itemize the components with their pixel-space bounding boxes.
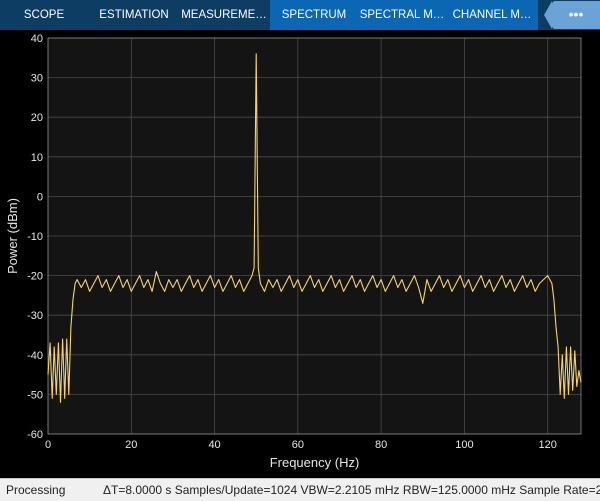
tab-scope[interactable]: SCOPE xyxy=(0,0,88,30)
y-axis-label: Power (dBm) xyxy=(5,198,20,274)
plot-area[interactable]: 0 20 40 60 80 100 120 -60 -50 -40 -30 -20 -10 0 10 20 30… xyxy=(0,30,600,478)
y-tick-label: -60 xyxy=(27,429,43,441)
tab-label: SPECTRAL M… xyxy=(359,9,445,21)
status-state: Processing xyxy=(6,483,66,497)
tab-label: CHANNEL M… xyxy=(452,9,532,21)
tab-label: MEASUREME… xyxy=(181,9,267,21)
x-tick-label: 0 xyxy=(45,439,51,451)
tab-channel-measurements[interactable]: CHANNEL M… xyxy=(446,0,538,30)
y-tick-label: 20 xyxy=(31,112,43,124)
tab-label: SCOPE xyxy=(23,9,65,21)
y-tick-label: -10 xyxy=(27,231,43,243)
tab-spectral-measurements[interactable]: SPECTRAL M… xyxy=(358,0,446,30)
spectrum-chart[interactable]: 0 20 40 60 80 100 120 -60 -50 -40 -30 -20 -10 0 10 20 30… xyxy=(0,30,600,478)
y-tick-label: 40 xyxy=(31,33,43,45)
status-details: ΔT=8.0000 s Samples/Update=1024 VBW=2.21… xyxy=(103,483,600,497)
status-bar: Processing ΔT=8.0000 s Samples/Update=10… xyxy=(0,478,600,501)
y-tick-label: -30 xyxy=(27,310,43,322)
tab-measurements[interactable]: MEASUREME… xyxy=(180,0,268,30)
more-icon: ••• xyxy=(568,6,584,22)
tab-estimation[interactable]: ESTIMATION xyxy=(92,0,176,30)
more-options-button[interactable]: ••• xyxy=(544,1,600,29)
y-tick-label: 30 xyxy=(31,73,43,85)
x-tick-label: 40 xyxy=(208,439,220,451)
y-tick-label: 0 xyxy=(37,191,43,203)
y-tick-label: -20 xyxy=(27,271,43,283)
x-tick-label: 80 xyxy=(375,439,387,451)
toolstrip: SCOPE ESTIMATION MEASUREME… SPECTRUM SPE… xyxy=(0,0,600,30)
x-tick-label: 60 xyxy=(292,439,304,451)
x-tick-label: 120 xyxy=(539,439,557,451)
y-tick-label: 10 xyxy=(31,152,43,164)
tab-spectrum[interactable]: SPECTRUM xyxy=(270,0,358,30)
x-tick-label: 20 xyxy=(125,439,137,451)
y-tick-label: -50 xyxy=(27,389,43,401)
x-tick-label: 100 xyxy=(455,439,473,451)
tab-label: ESTIMATION xyxy=(99,9,169,21)
y-tick-label: -40 xyxy=(27,350,43,362)
x-axis-label: Frequency (Hz) xyxy=(270,455,360,470)
tab-label: SPECTRUM xyxy=(281,9,347,21)
